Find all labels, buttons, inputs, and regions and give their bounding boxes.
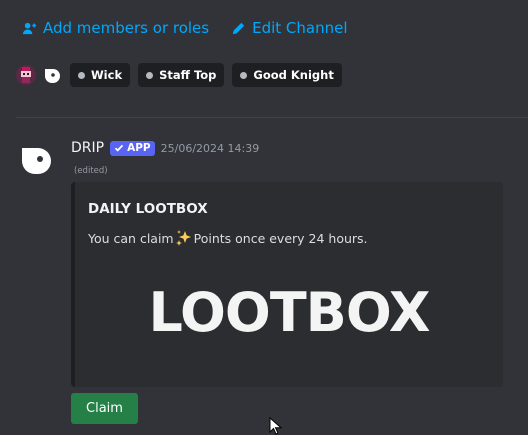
- bot-avatar[interactable]: [42, 65, 62, 85]
- pencil-icon: [232, 22, 245, 34]
- role-dot-icon: [78, 71, 85, 79]
- drip-logo-icon: [45, 69, 60, 83]
- author-name[interactable]: DRIP: [71, 140, 104, 156]
- add-user-icon: [22, 22, 37, 34]
- author-avatar[interactable]: [20, 142, 56, 178]
- role-dot-icon: [240, 71, 248, 79]
- embed-image[interactable]: LOOTBOX: [129, 280, 449, 344]
- edit-channel-label: Edit Channel: [252, 19, 348, 37]
- claim-button[interactable]: Claim: [71, 393, 138, 424]
- member-avatar[interactable]: [16, 65, 36, 85]
- add-members-or-roles-link[interactable]: Add members or roles: [22, 19, 209, 37]
- embed-desc-after: Points once every 24 hours.: [193, 230, 368, 246]
- role-chip-label: Wick: [91, 68, 123, 82]
- message-timestamp: 25/06/2024 14:39: [160, 141, 260, 155]
- role-dot-icon: [146, 71, 154, 79]
- pixel-character-icon: [21, 67, 31, 83]
- app-badge-label: APP: [127, 142, 151, 154]
- drip-logo-icon: [22, 148, 51, 174]
- edit-channel-link[interactable]: Edit Channel: [231, 19, 348, 37]
- embed-description: You can claim Points once every 24 hours…: [88, 229, 368, 247]
- role-chip-good-knight[interactable]: Good Knight: [232, 63, 342, 87]
- app-badge: APP: [110, 140, 155, 156]
- role-chip-label: Good Knight: [253, 68, 334, 82]
- divider: [16, 117, 528, 118]
- mouse-cursor-icon: [269, 417, 283, 435]
- message-embed: DAILY LOOTBOX You can claim Points once …: [71, 182, 503, 387]
- add-members-label: Add members or roles: [43, 19, 210, 37]
- role-chip-staff-top[interactable]: Staff Top: [138, 63, 225, 87]
- message-header: DRIP APP 25/06/2024 14:39: [71, 140, 259, 156]
- edited-marker: (edited): [74, 166, 108, 176]
- sparkles-icon: [175, 229, 193, 247]
- role-chip-label: Staff Top: [159, 68, 217, 82]
- role-chip-wick[interactable]: Wick: [70, 63, 131, 87]
- discord-channel-view: Add members or roles Edit Channel Wick S…: [0, 0, 528, 435]
- embed-desc-before: You can claim: [88, 230, 174, 246]
- verified-check-icon: [114, 144, 124, 152]
- channel-members-row: Wick Staff Top Good Knight: [16, 63, 342, 87]
- channel-permissions-actions: Add members or roles Edit Channel: [22, 19, 348, 37]
- embed-title: DAILY LOOTBOX: [88, 201, 208, 217]
- lootbox-image-text: LOOTBOX: [148, 280, 431, 344]
